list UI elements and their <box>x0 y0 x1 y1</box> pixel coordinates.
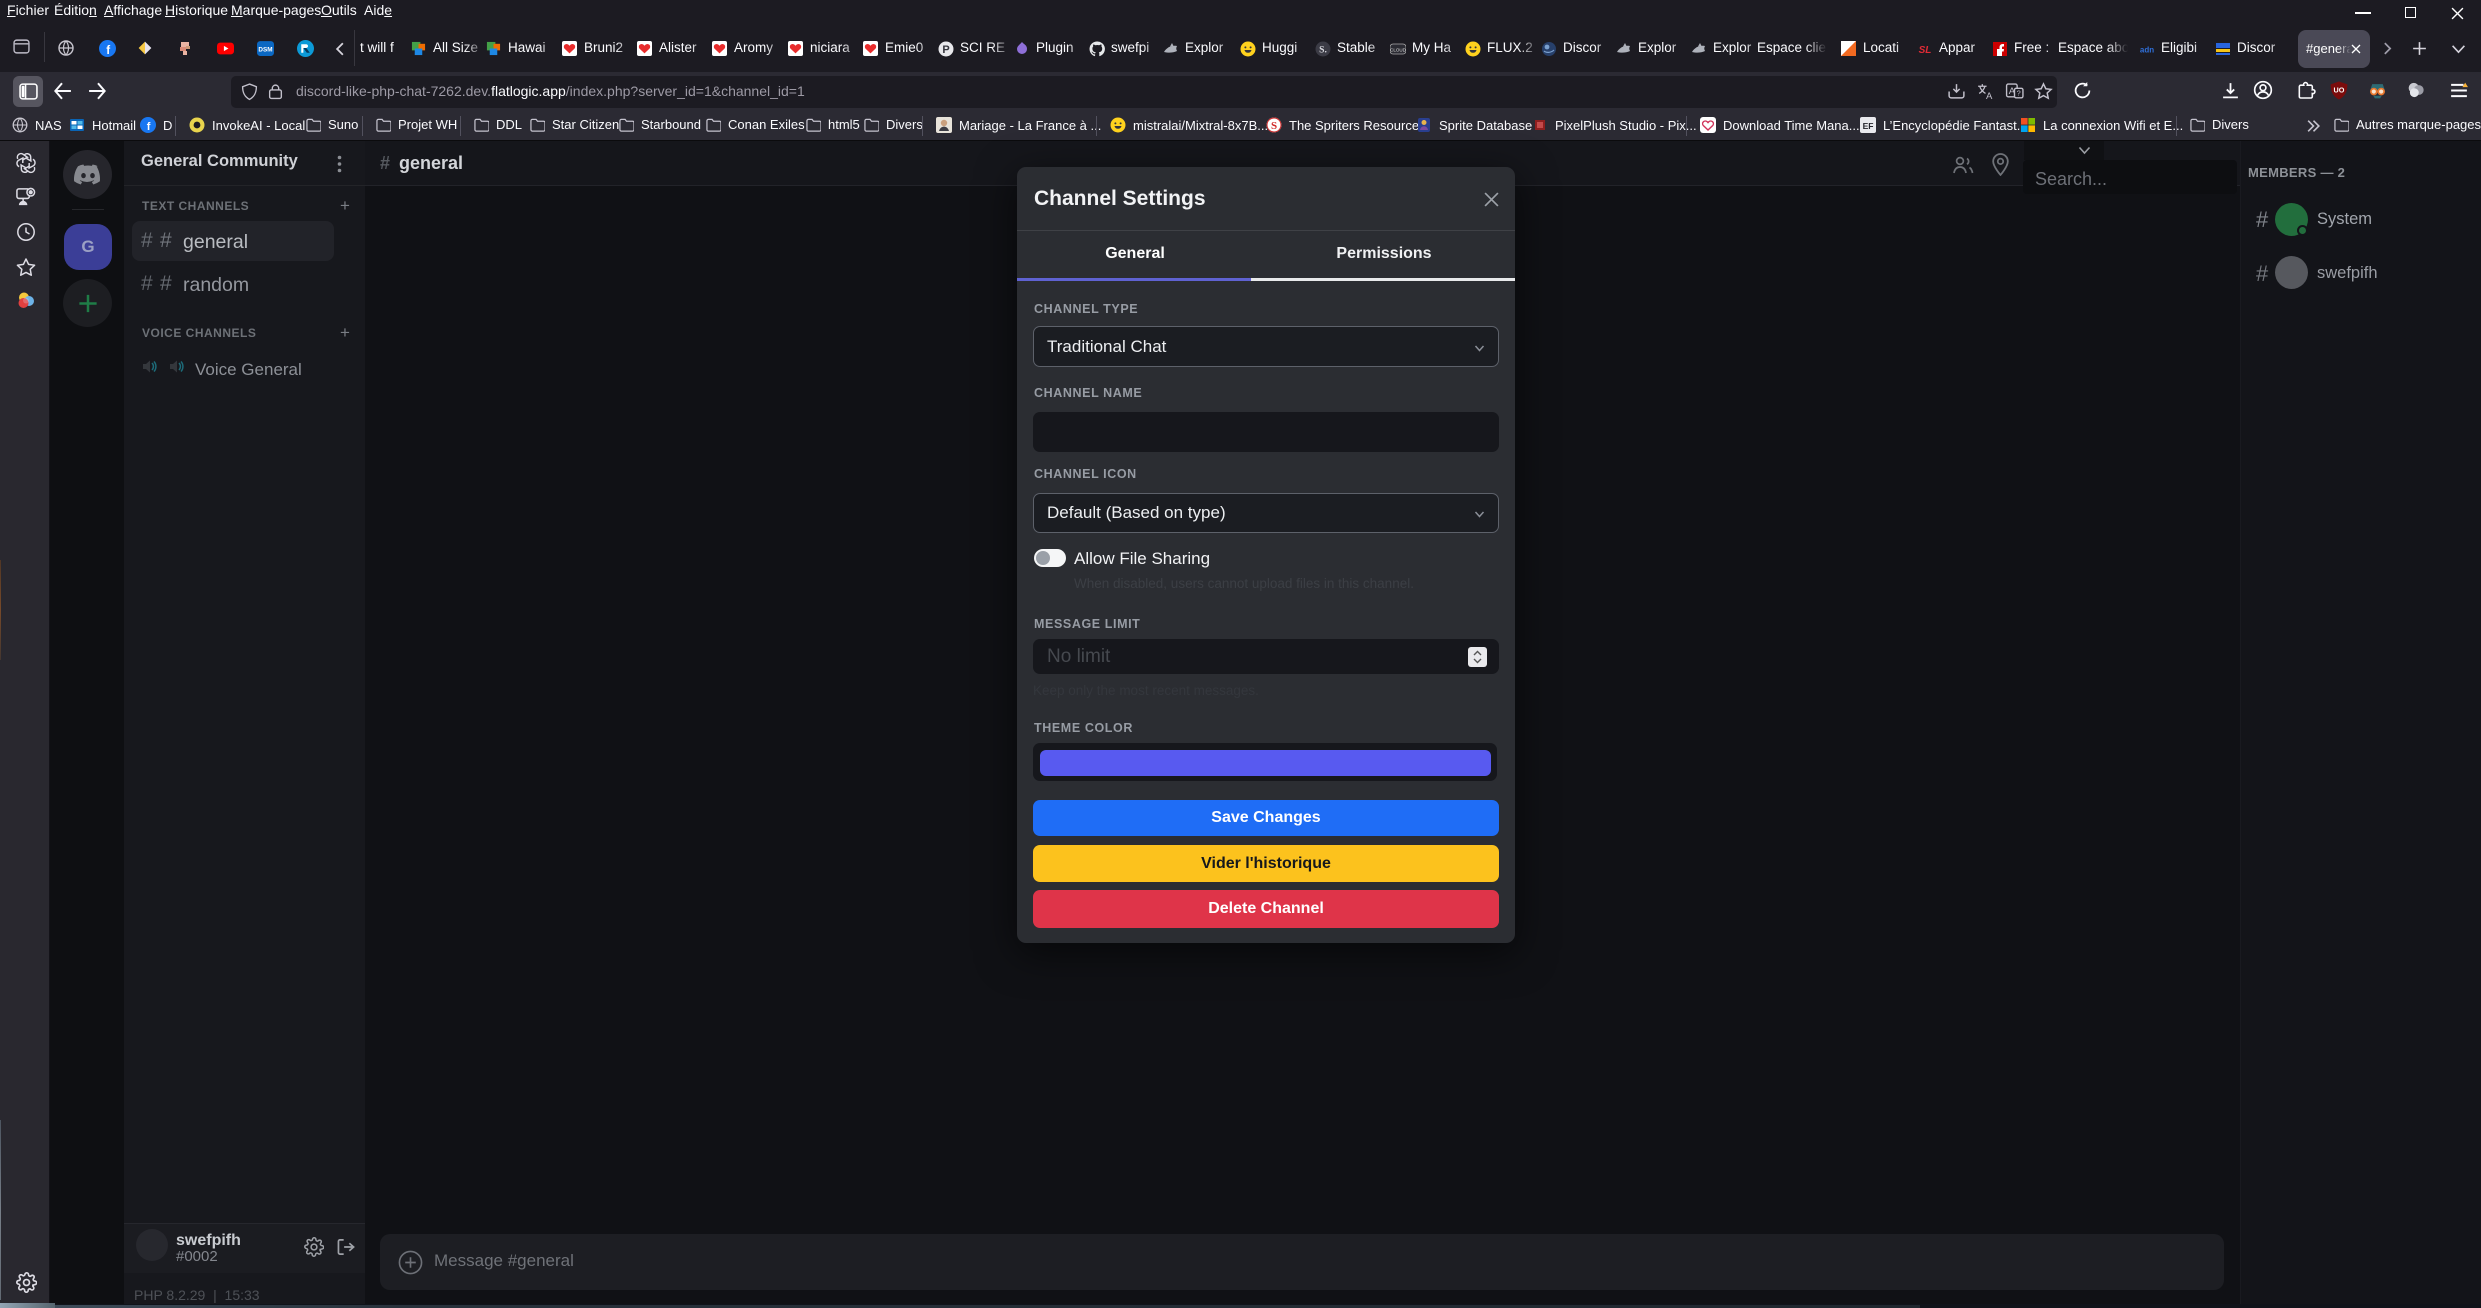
svg-text:S.: S. <box>1319 46 1327 56</box>
svg-text:UO: UO <box>2334 86 2345 95</box>
svg-text:EF: EF <box>1863 121 1874 131</box>
svg-text:f: f <box>147 121 151 133</box>
svg-text:f: f <box>106 44 110 57</box>
svg-text:CLOUD: CLOUD <box>1390 47 1406 52</box>
svg-text:S: S <box>1271 120 1277 132</box>
svg-text:P: P <box>942 44 949 56</box>
svg-text:adn: adn <box>2140 46 2154 55</box>
svg-text:A: A <box>1986 91 1993 101</box>
svg-text:DSM: DSM <box>258 46 272 53</box>
svg-text:SL: SL <box>1919 45 1932 56</box>
svg-text:?: ? <box>2017 89 2021 98</box>
